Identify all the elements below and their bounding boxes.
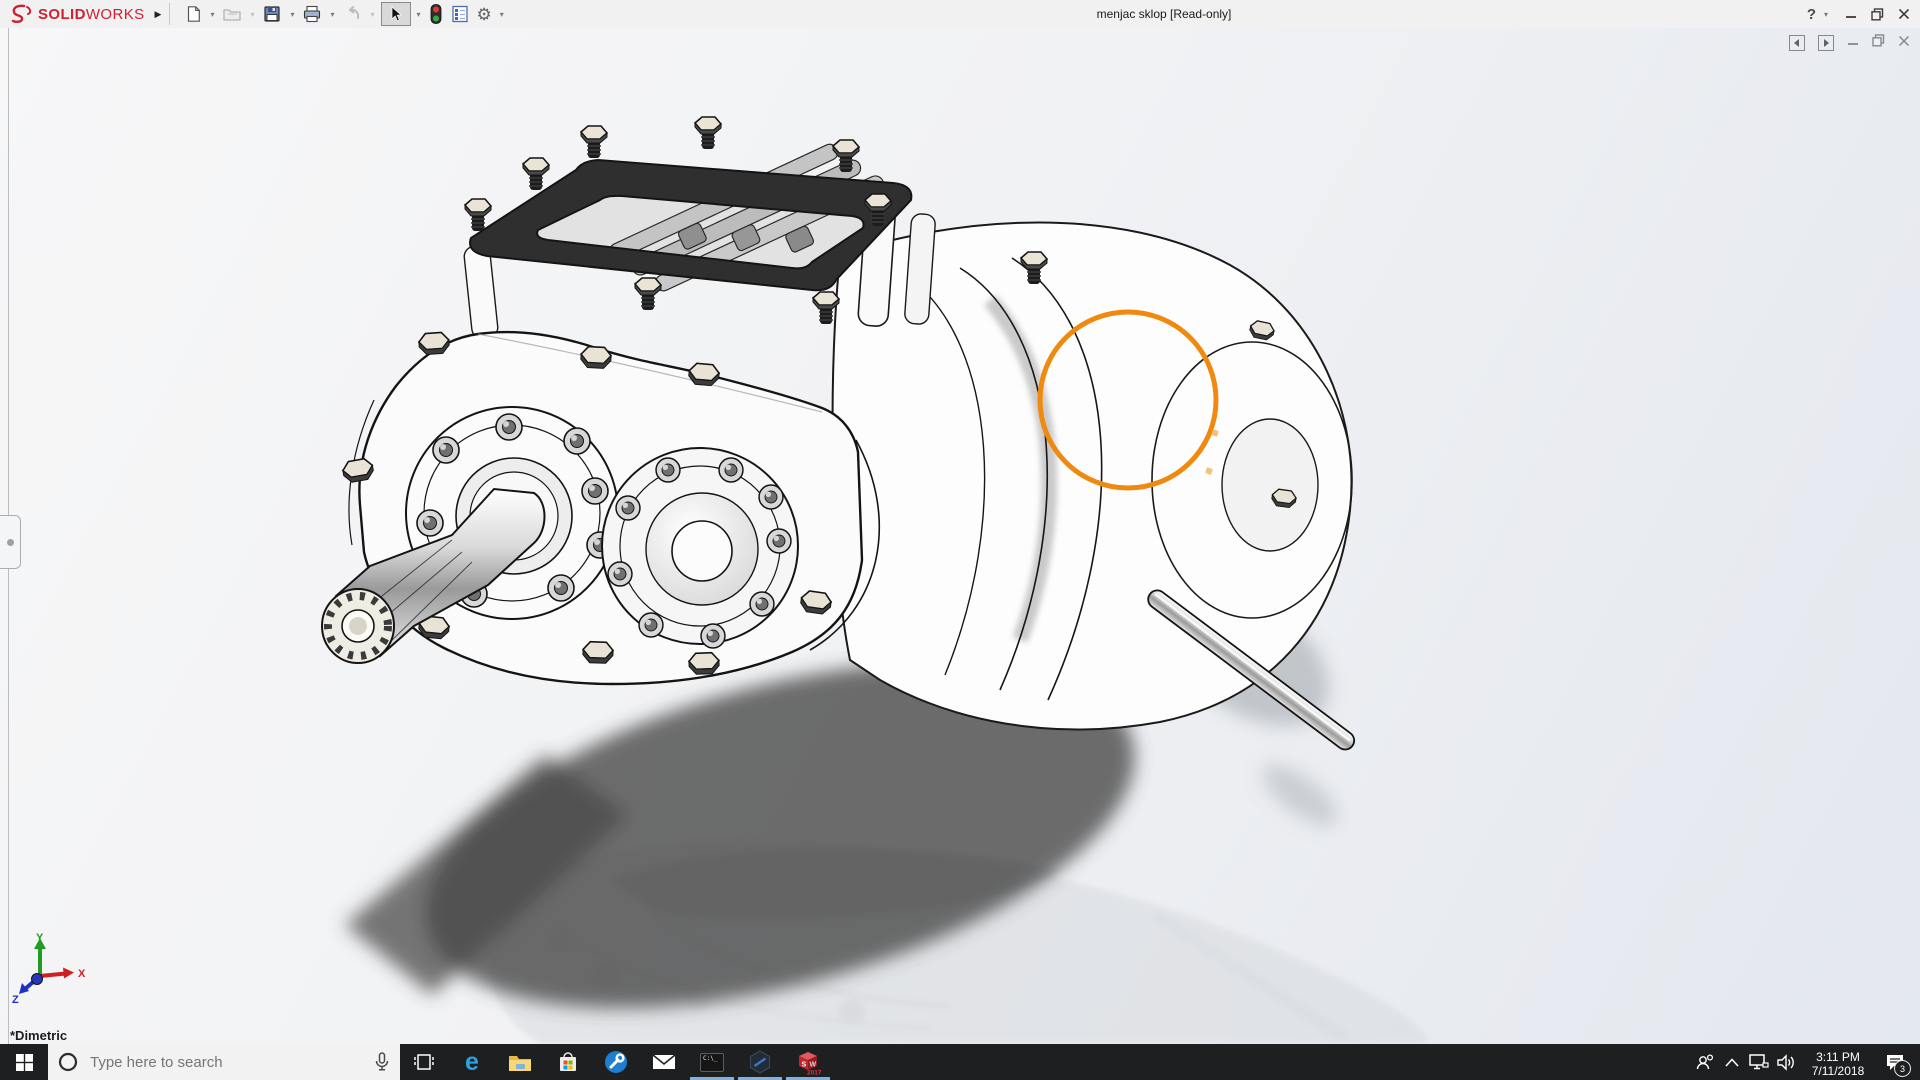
solidworks-2017-icon: S W 2017 — [795, 1049, 821, 1075]
sw-cube-s: S — [802, 1062, 807, 1069]
select-cursor-icon — [389, 6, 403, 22]
network-button[interactable] — [1745, 1044, 1772, 1080]
volume-button[interactable] — [1772, 1044, 1799, 1080]
sw-year: 2017 — [807, 1070, 821, 1076]
open-button[interactable] — [220, 2, 244, 26]
sw-cube-w: W — [810, 1062, 817, 1069]
undo-dropdown[interactable]: ▾ — [368, 10, 378, 19]
brand-text: SOLIDWORKS — [38, 6, 145, 23]
display-settings-button[interactable] — [448, 2, 472, 26]
search-input[interactable] — [88, 1053, 364, 1072]
graphics-area[interactable]: Y X Z *Dimetric — [0, 28, 1920, 1044]
view-orientation-label: *Dimetric — [10, 1028, 67, 1043]
print-button[interactable] — [300, 2, 324, 26]
new-document-button[interactable] — [182, 2, 204, 26]
task-view-icon — [414, 1053, 434, 1071]
gear-icon: ⚙ — [477, 6, 492, 23]
taskbar-apps: e — [400, 1044, 832, 1080]
chevron-up-icon — [1725, 1058, 1739, 1067]
stoplight-icon — [429, 3, 443, 25]
solidworks-logo-icon — [10, 4, 34, 24]
clock-date: 7/11/2018 — [1799, 1064, 1877, 1078]
minimize-icon — [1845, 8, 1857, 20]
start-button[interactable] — [0, 1044, 48, 1080]
triad-x-label: X — [78, 968, 86, 980]
windows-taskbar: e — [0, 1044, 1920, 1080]
triad-y-label: Y — [36, 932, 44, 944]
microphone-icon[interactable] — [374, 1052, 390, 1072]
hidden-icons-button[interactable] — [1718, 1044, 1745, 1080]
gearbox-3d-model — [0, 28, 1920, 1044]
help-button[interactable]: ? — [1807, 6, 1816, 23]
document-title: menjac sklop [Read-only] — [1097, 0, 1232, 28]
store-button[interactable] — [544, 1044, 592, 1080]
task-view-button[interactable] — [400, 1044, 448, 1080]
minimize-button[interactable] — [1845, 8, 1857, 20]
system-tray: 3:11 PM 7/11/2018 3 — [1691, 1044, 1920, 1080]
restore-icon — [1871, 8, 1884, 21]
hexagon-app-icon — [748, 1050, 772, 1074]
options-button[interactable]: ⚙ — [475, 2, 494, 26]
select-dropdown[interactable]: ▾ — [414, 10, 424, 19]
new-dropdown[interactable]: ▾ — [207, 10, 217, 19]
file-explorer-button[interactable] — [496, 1044, 544, 1080]
taskbar-search[interactable] — [48, 1044, 400, 1080]
speaker-icon — [1776, 1054, 1796, 1071]
restore-button[interactable] — [1871, 8, 1884, 21]
toolbar-separator — [169, 3, 170, 25]
help-dropdown[interactable]: ▾ — [1821, 10, 1831, 19]
solidworks-2017-button[interactable]: S W 2017 — [784, 1044, 832, 1080]
command-prompt-button[interactable]: C:\_ — [688, 1044, 736, 1080]
save-button[interactable] — [260, 2, 284, 26]
open-dropdown[interactable]: ▾ — [247, 10, 257, 19]
network-icon — [1748, 1053, 1769, 1071]
folder-icon — [508, 1053, 532, 1072]
tools-app-button[interactable] — [592, 1044, 640, 1080]
rebuild-stoplight-button[interactable] — [427, 2, 445, 26]
solidworks-window: SOLIDWORKS ▶ ▾ ▾ — [0, 0, 1920, 1080]
undo-icon — [343, 4, 363, 24]
quick-toolbar: ▾ ▾ ▾ — [182, 2, 506, 26]
title-bar: SOLIDWORKS ▶ ▾ ▾ — [0, 0, 1920, 29]
people-icon — [1695, 1053, 1715, 1071]
save-dropdown[interactable]: ▾ — [287, 10, 297, 19]
open-folder-icon — [222, 4, 242, 24]
print-icon — [302, 4, 322, 24]
mail-icon — [652, 1053, 676, 1071]
people-button[interactable] — [1691, 1044, 1718, 1080]
undo-button[interactable] — [341, 2, 365, 26]
wrench-circle-icon — [604, 1050, 628, 1074]
store-icon — [557, 1051, 579, 1073]
action-center-button[interactable]: 3 — [1877, 1044, 1913, 1080]
select-tool-button[interactable] — [381, 2, 411, 26]
triad-z-label: Z — [12, 994, 19, 1006]
clock-time: 3:11 PM — [1799, 1050, 1877, 1064]
options-dropdown[interactable]: ▾ — [497, 10, 507, 19]
edge-icon: e — [465, 1050, 479, 1075]
window-controls: ? ▾ — [1807, 0, 1910, 28]
solidworks-logo: SOLIDWORKS — [0, 4, 145, 24]
print-dropdown[interactable]: ▾ — [327, 10, 337, 19]
taskbar-clock[interactable]: 3:11 PM 7/11/2018 — [1799, 1047, 1877, 1078]
mail-button[interactable] — [640, 1044, 688, 1080]
command-prompt-icon: C:\_ — [700, 1053, 724, 1072]
windows-logo-icon — [16, 1054, 33, 1071]
edge-button[interactable]: e — [448, 1044, 496, 1080]
orientation-triad: Y X Z — [6, 932, 98, 1006]
new-document-icon — [184, 4, 202, 24]
close-button[interactable] — [1898, 8, 1910, 20]
notification-badge: 3 — [1894, 1060, 1911, 1077]
hexagon-app-button[interactable] — [736, 1044, 784, 1080]
cortana-icon — [58, 1052, 78, 1072]
list-properties-icon — [450, 4, 470, 24]
flyout-arrow-icon[interactable]: ▶ — [155, 9, 162, 20]
save-icon — [262, 4, 282, 24]
close-icon — [1898, 8, 1910, 20]
